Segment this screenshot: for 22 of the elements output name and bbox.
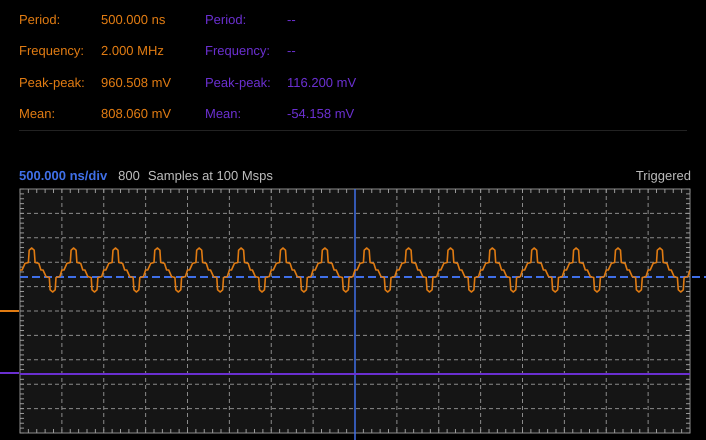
- measurement-value: -54.158 mV: [287, 104, 356, 123]
- channel-offset-marker[interactable]: [0, 372, 19, 374]
- measurement-value: 2.000 MHz: [101, 42, 165, 60]
- measurement-label: Mean:: [205, 104, 242, 123]
- sample-count: 800: [118, 167, 140, 186]
- measurement-label: Peak-peak:: [19, 74, 86, 92]
- measurement-label: Period:: [205, 11, 248, 29]
- measurement-label: Period:: [19, 11, 62, 29]
- measurement-label: Frequency:: [19, 42, 86, 60]
- measurement-label: Frequency:: [205, 42, 272, 60]
- trigger-status: Triggered: [636, 167, 691, 186]
- measurement-value: --: [287, 11, 297, 29]
- timebase-label: 500.000 ns/div: [19, 167, 108, 186]
- measurement-label: Peak-peak:: [205, 74, 272, 92]
- channel-offset-marker[interactable]: [0, 310, 19, 312]
- measurement-value: --: [287, 42, 297, 60]
- measurement-label: Mean:: [19, 104, 56, 123]
- measurement-value: 500.000 ns: [101, 11, 166, 29]
- measurement-value: 116.200 mV: [287, 74, 358, 92]
- measurement-value: 808.060 mV: [101, 104, 172, 123]
- sample-rate-text: Samples at 100 Msps: [148, 167, 273, 186]
- measurement-value: 960.508 mV: [101, 74, 172, 92]
